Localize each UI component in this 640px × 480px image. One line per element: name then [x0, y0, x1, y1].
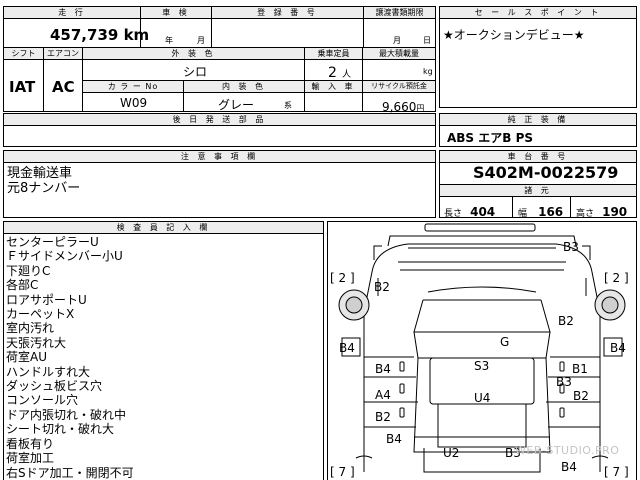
spec-height: 高さ 190 [576, 205, 628, 219]
inspector-line: 荷室加工 [6, 451, 55, 466]
spec-length: 長さ 404 [444, 205, 496, 219]
inspector-line: 天張汚れ大 [6, 335, 67, 350]
inspection-header: 車 検 [141, 7, 211, 19]
diagram-code: G [500, 335, 510, 349]
exterior-color-header: 外 装 色 [83, 48, 304, 60]
diagram-code: B2 [558, 314, 574, 328]
deadline-day-unit: 日 [423, 36, 431, 45]
shift-header: シフト [4, 48, 43, 60]
capacity-value: 2 人 [328, 65, 352, 81]
notes-lines: 現金輸送車 元8ナンバー [7, 166, 80, 196]
shift-value: IAT [9, 78, 36, 96]
specs-header: 諸 元 [440, 185, 636, 197]
inspection-year-unit: 年 [165, 36, 173, 45]
inspector-line: 各部C [6, 278, 39, 293]
spec-width: 幅 166 [518, 205, 564, 219]
inspector-header: 検 査 員 記 入 欄 [4, 222, 323, 234]
inspector-line: ダッシュ板ビス穴 [6, 379, 103, 394]
diagram-bracket: [ 2 ] [604, 271, 629, 285]
diagram-code: A4 [375, 388, 391, 402]
diagram-code: U2 [443, 446, 460, 460]
inspector-line: 荷室AU [6, 350, 47, 365]
diagram-code: B4 [610, 341, 626, 355]
diagram-code: S3 [474, 359, 490, 373]
diagram-code: B3 [563, 240, 579, 254]
inspector-line: ドア内張切れ・破れ中 [6, 407, 127, 422]
diagram-code: B2 [375, 410, 391, 424]
diagram-bracket: [ 7 ] [604, 465, 629, 479]
inspector-line: シート切れ・破れ大 [6, 422, 115, 437]
interior-color-value: グレー [218, 98, 255, 112]
inspector-line: ハンドルすれ大 [6, 364, 91, 379]
diagram-bracket: [ 2 ] [330, 271, 355, 285]
max-load-unit: kg [423, 67, 433, 76]
color-no-value: W09 [120, 96, 148, 110]
sales-point-text: ★オークションデビュー★ [443, 28, 585, 42]
inspector-line: 室内汚れ [6, 321, 55, 336]
sales-point-header: セ ー ル ス ポ イ ン ト [440, 7, 636, 19]
deadline-month-unit: 月 [393, 36, 401, 45]
notes-header: 注 意 事 項 欄 [4, 151, 435, 163]
aircon-header: エアコン [44, 48, 82, 60]
diagram-code: B1 [572, 362, 588, 376]
diagram-code: B3 [556, 375, 572, 389]
chassis-header: 車 台 番 号 [440, 151, 636, 163]
diagram-code: B4 [561, 460, 577, 474]
inspector-lines: センターピラーU Ｆサイドメンバー小U 下廻りC 各部C ロアサポートU カーペ… [6, 235, 134, 480]
notes-line: 元8ナンバー [7, 181, 81, 196]
diagram-bracket: [ 7 ] [330, 465, 355, 479]
import-header: 輸 入 車 [305, 81, 362, 93]
aircon-value: AC [52, 78, 75, 96]
transfer-deadline-header: 譲渡書類期限 [364, 7, 435, 19]
later-parts-header: 後 日 発 送 部 品 [4, 114, 435, 126]
mileage-header: 走 行 [4, 7, 140, 19]
inspector-line: コンソール穴 [6, 393, 79, 408]
diagram-code: B2 [573, 389, 589, 403]
vehicle-diagram [338, 223, 626, 473]
watermark: WEB-STUDIO.PRO [515, 444, 620, 457]
exterior-color-value: シロ [183, 65, 208, 79]
diagram-code: B4 [375, 362, 391, 376]
color-no-header: カ ラ ー No [83, 81, 183, 93]
inspector-line: 下廻りC [6, 263, 51, 278]
max-load-header: 最大積載量 [363, 48, 435, 60]
diagram-code: B2 [374, 280, 390, 294]
interior-color-header: 内 装 色 [184, 81, 304, 93]
equipment-header: 純 正 装 備 [440, 114, 636, 126]
inspector-line: カーペットX [6, 307, 75, 322]
chassis-value: S402M-0022579 [473, 163, 619, 182]
diagram-code: B4 [386, 432, 402, 446]
registration-header: 登 録 番 号 [212, 7, 363, 19]
recycle-header: リサイクル預託金 [363, 81, 435, 93]
inspector-line: ロアサポートU [6, 292, 87, 307]
diagram-code: U4 [474, 391, 491, 405]
inspection-month-unit: 月 [197, 36, 205, 45]
sales-point-box [439, 6, 637, 108]
inspector-line: 右Sドア加工・開閉不可 [6, 465, 134, 480]
capacity-header: 乗車定員 [305, 48, 362, 60]
inspector-line: センターピラーU [6, 235, 99, 249]
interior-suffix: 系 [284, 101, 292, 110]
diagram-code: B4 [339, 341, 355, 355]
mileage-value: 457,739 km [50, 26, 150, 44]
notes-line: 現金輸送車 [7, 166, 73, 181]
equipment-value: ABS エアB PS [447, 131, 534, 145]
inspector-line: 看板有り [6, 436, 55, 451]
inspector-line: Ｆサイドメンバー小U [6, 249, 123, 264]
